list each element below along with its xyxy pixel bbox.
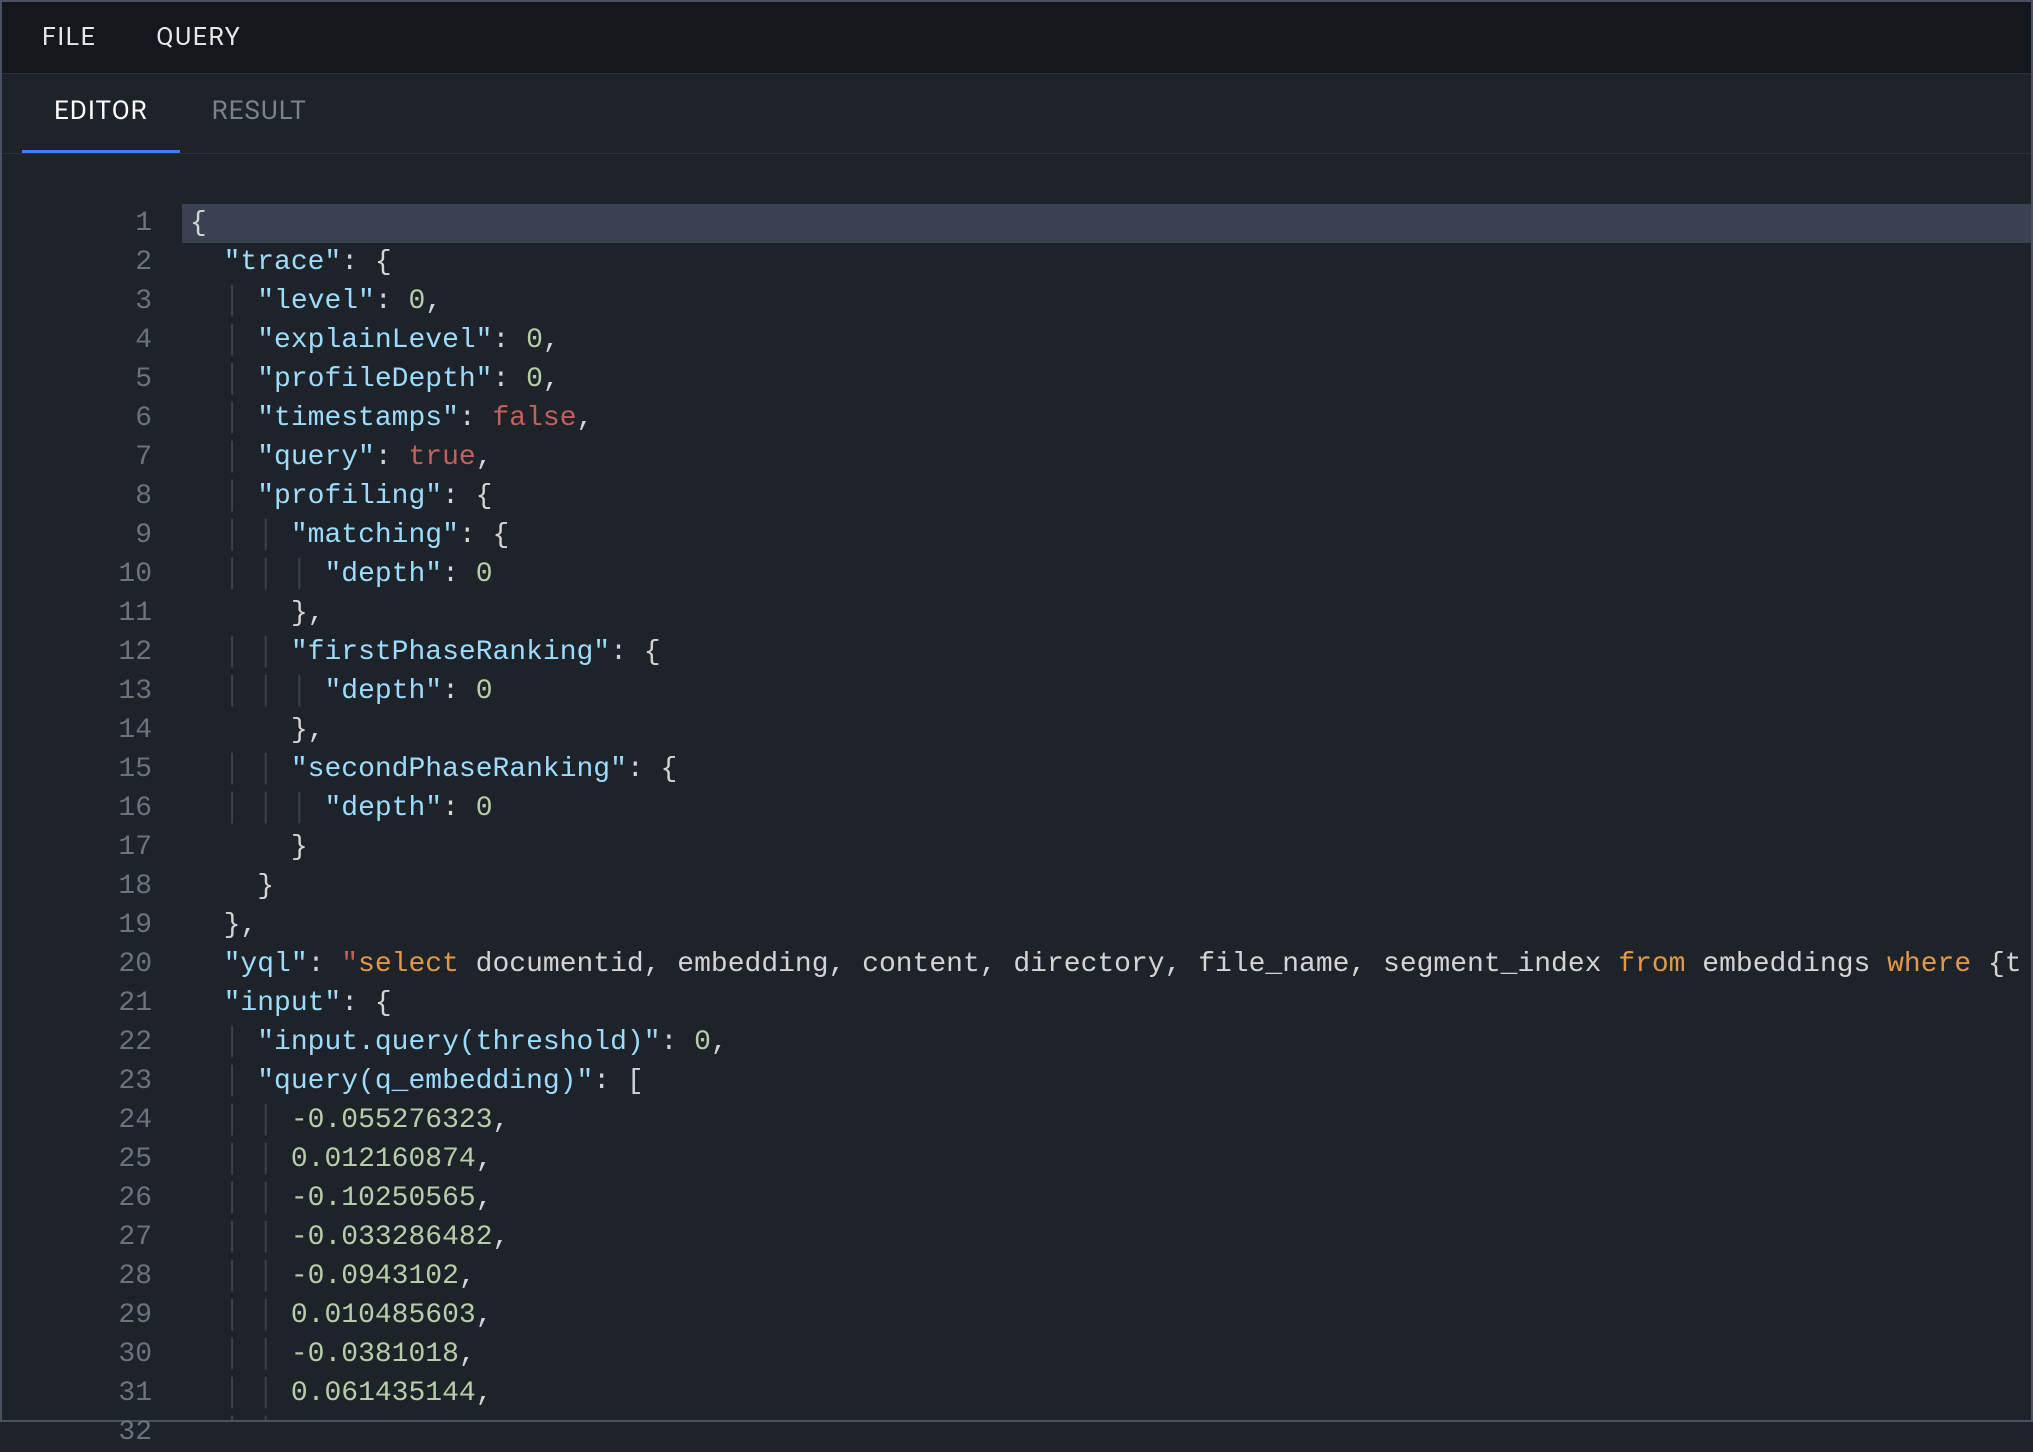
line-number: 14 (2, 711, 152, 750)
line-number: 22 (2, 1023, 152, 1062)
line-number: 10 (2, 555, 152, 594)
code-line[interactable]: │ │ -0.033286482, (182, 1218, 2031, 1257)
code-line[interactable]: }, (182, 906, 2031, 945)
code-editor[interactable]: 1234567891011121314151617181920212223242… (2, 154, 2031, 1420)
line-number: 8 (2, 477, 152, 516)
line-number: 23 (2, 1062, 152, 1101)
line-number: 2 (2, 243, 152, 282)
code-line[interactable]: │ │ -0.10250565, (182, 1179, 2031, 1218)
line-number: 27 (2, 1218, 152, 1257)
code-line[interactable]: │ │ │ "depth": 0 (182, 672, 2031, 711)
code-line[interactable]: │ │ 0.012160874, (182, 1140, 2031, 1179)
line-number: 7 (2, 438, 152, 477)
line-number: 4 (2, 321, 152, 360)
tab-bar: EDITOR RESULT (2, 74, 2031, 154)
code-line[interactable]: │ │ 0.061435144, (182, 1374, 2031, 1413)
line-number: 26 (2, 1179, 152, 1218)
code-line[interactable]: │ "profileDepth": 0, (182, 360, 2031, 399)
menu-file[interactable]: FILE (42, 23, 96, 52)
line-number: 5 (2, 360, 152, 399)
code-line[interactable]: "trace": { (182, 243, 2031, 282)
line-number: 17 (2, 828, 152, 867)
code-line[interactable]: │ "input.query(threshold)": 0, (182, 1023, 2031, 1062)
code-line[interactable]: │ "explainLevel": 0, (182, 321, 2031, 360)
line-number: 3 (2, 282, 152, 321)
line-number: 31 (2, 1374, 152, 1413)
code-line[interactable]: │ │ -0.055276323, (182, 1101, 2031, 1140)
code-line[interactable]: │ │ "matching": { (182, 516, 2031, 555)
code-line[interactable]: │ │ "secondPhaseRanking": { (182, 750, 2031, 789)
line-number: 21 (2, 984, 152, 1023)
line-number: 13 (2, 672, 152, 711)
menu-bar: FILE QUERY (2, 2, 2031, 74)
code-line[interactable]: │ │ │ "depth": 0 (182, 789, 2031, 828)
line-number: 16 (2, 789, 152, 828)
menu-query[interactable]: QUERY (156, 23, 241, 52)
line-number: 32 (2, 1413, 152, 1452)
line-number: 18 (2, 867, 152, 906)
line-number: 6 (2, 399, 152, 438)
code-line[interactable]: } (182, 828, 2031, 867)
line-number: 24 (2, 1101, 152, 1140)
code-line[interactable]: │ │ "firstPhaseRanking": { (182, 633, 2031, 672)
line-number: 1 (2, 204, 152, 243)
code-line[interactable]: │ "timestamps": false, (182, 399, 2031, 438)
code-line[interactable]: }, (182, 711, 2031, 750)
code-line[interactable]: │ "profiling": { (182, 477, 2031, 516)
line-number: 11 (2, 594, 152, 633)
code-line[interactable]: }, (182, 594, 2031, 633)
line-number: 29 (2, 1296, 152, 1335)
code-line[interactable]: "input": { (182, 984, 2031, 1023)
tab-result[interactable]: RESULT (180, 72, 339, 153)
line-number: 25 (2, 1140, 152, 1179)
code-line[interactable]: "yql": "select documentid, embedding, co… (182, 945, 2031, 984)
code-line[interactable]: │ │ 0.010485603, (182, 1296, 2031, 1335)
code-line[interactable]: │ │ 0.011021198, (182, 1413, 2031, 1420)
tab-editor[interactable]: EDITOR (22, 72, 180, 153)
code-line[interactable]: │ "level": 0, (182, 282, 2031, 321)
code-content[interactable]: { "trace": { │ "level": 0, │ "explainLev… (182, 204, 2031, 1420)
code-line[interactable]: │ "query": true, (182, 438, 2031, 477)
code-line[interactable]: │ │ -0.0381018, (182, 1335, 2031, 1374)
line-number: 19 (2, 906, 152, 945)
line-number: 28 (2, 1257, 152, 1296)
code-line[interactable]: │ │ -0.0943102, (182, 1257, 2031, 1296)
line-number-gutter: 1234567891011121314151617181920212223242… (2, 204, 182, 1420)
line-number: 9 (2, 516, 152, 555)
code-line[interactable]: │ │ │ "depth": 0 (182, 555, 2031, 594)
line-number: 30 (2, 1335, 152, 1374)
line-number: 15 (2, 750, 152, 789)
line-number: 20 (2, 945, 152, 984)
code-line[interactable]: } (182, 867, 2031, 906)
line-number: 12 (2, 633, 152, 672)
code-line[interactable]: │ "query(q_embedding)": [ (182, 1062, 2031, 1101)
code-line[interactable]: { (182, 204, 2031, 243)
